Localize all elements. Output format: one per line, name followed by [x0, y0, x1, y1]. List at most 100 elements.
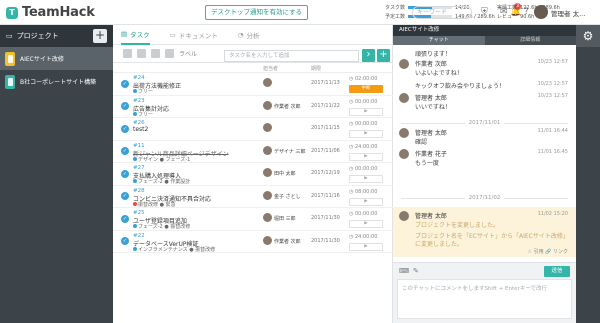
table-row[interactable]: ✓ #11 新ジャンル商品詳細ページデザイン デザイン ● フェーズ-1 デザイナ 三郎…: [113, 141, 393, 163]
sidebar-item-project-b[interactable]: B社コーポレートサイト構築: [0, 70, 113, 93]
table-row[interactable]: ✓ #24 出荷方法機能修正 フリー 2017/11/13 ◷ 02:00:00 中断: [113, 73, 393, 96]
task-deadline: 2017/11/22: [311, 102, 340, 109]
deadline-column-header: 期限: [311, 65, 322, 72]
timer-value: 00:00:00: [354, 211, 378, 217]
tab-chat[interactable]: チャット: [393, 36, 485, 45]
avatar: [399, 128, 409, 138]
timer-button[interactable]: 中断: [349, 85, 383, 93]
sidebar-title: プロジェクト: [16, 32, 59, 40]
project-label: B社コーポレートサイト構築: [20, 79, 97, 86]
timer-button[interactable]: ▶: [349, 197, 383, 206]
check-icon[interactable]: ✓: [121, 124, 129, 133]
check-icon[interactable]: ✓: [121, 79, 129, 88]
check-icon[interactable]: ✓: [121, 102, 129, 111]
add-project-button[interactable]: +: [93, 29, 107, 43]
message-text: 確認: [415, 139, 428, 146]
keyword-search-input[interactable]: キーワード: [412, 6, 472, 19]
project-stats-2: 実績工数 122.6h / 289.6h レビュー 90.6h: [497, 3, 560, 21]
tag-label: フェーズ-2 ● 振替改修: [138, 224, 191, 230]
tag-label: インフラメンテナンス ● 振替改修: [138, 246, 216, 253]
message-time: 10/23 12:57: [537, 59, 568, 65]
timer-button[interactable]: ▶: [349, 220, 383, 228]
project-icon: [5, 51, 15, 66]
message-text: に変更しました。: [415, 241, 464, 248]
task-deadline: 2017/11/13: [311, 80, 340, 86]
table-row[interactable]: ✓ #26 test2 2017/11/15 ◷ 00:00:00 ▶: [113, 118, 393, 141]
table-row[interactable]: ✓ #23 広告集計対応 フリー 作業者 次郎 2017/11/22 ◷ 00:00:00 ▶: [113, 96, 393, 118]
tag-dot-icon: [133, 111, 137, 116]
tag-dot-icon: [133, 89, 137, 93]
attach-icon[interactable]: ✎: [413, 267, 419, 275]
message-actions[interactable]: ☆ 引用 🔗 リンク: [528, 248, 568, 255]
check-icon[interactable]: ✓: [121, 214, 129, 223]
task-tags: フリー: [133, 88, 153, 95]
sidebar-item-project-a[interactable]: AIECサイト改修: [0, 47, 113, 70]
check-filter-icon[interactable]: [165, 49, 174, 58]
task-owner: 作業者 次郎: [274, 103, 301, 110]
stat-value: 90.6h: [520, 13, 535, 20]
timer-button[interactable]: ▶: [349, 242, 383, 251]
task-timer: ◷ 24:00:00: [349, 144, 377, 150]
message-time: 11/01 16:45: [537, 149, 568, 155]
list-filter-icon[interactable]: [151, 49, 160, 58]
check-icon[interactable]: ✓: [121, 169, 129, 178]
table-row[interactable]: ✓ #27 支払購入処理導入 フェーズ-2 ● 作業設計 田中 太郎 2017/12/19…: [113, 163, 393, 186]
stat-line: レビュー 90.6h: [497, 12, 560, 21]
top-bar: T TeamHack デスクトップ通知を有効にする タスク数 14/26 予定工…: [0, 0, 600, 25]
shield-icon[interactable]: ⛨: [481, 7, 488, 17]
table-row[interactable]: ✓ #22 データベースVerUP検証 インフラメンテナンス ● 振替改修 作業者 次郎…: [113, 231, 393, 253]
task-deadline: 2017/11/30: [311, 237, 340, 244]
task-timer: ◷ 00:00:00: [349, 166, 377, 172]
expand-button[interactable]: ›: [362, 49, 375, 62]
check-icon[interactable]: ✓: [121, 147, 129, 156]
chat-composer: ⌨ ✎ 送信 このチャットにコメントをしますShift + Enterキーで改行: [393, 262, 576, 323]
timer-value: 00:00:00: [354, 166, 378, 172]
tab-analysis[interactable]: ◔ 分析: [238, 25, 260, 45]
message-text: キックオフ飲み会やりましょう！: [415, 83, 506, 90]
tab-documents[interactable]: ▭ ドキュメント: [170, 25, 218, 45]
chat-input-field[interactable]: このチャットにコメントをしますShift + Enterキーで改行: [397, 279, 572, 319]
comment-filter-icon[interactable]: [123, 49, 132, 58]
avatar: [399, 93, 409, 103]
task-tags: フェーズ-2 ● 作業設計: [133, 178, 190, 185]
tag-label: フリー: [138, 111, 154, 118]
desktop-notify-button[interactable]: デスクトップ通知を有効にする: [205, 5, 309, 20]
check-icon[interactable]: ✓: [121, 237, 129, 246]
app-logo[interactable]: T TeamHack: [6, 5, 95, 20]
task-title[interactable]: test2: [133, 126, 148, 133]
tab-details[interactable]: 詳細情報: [485, 36, 577, 45]
timer-button[interactable]: ▶: [349, 152, 383, 161]
keyboard-icon[interactable]: ⌨: [399, 267, 409, 275]
folder-icon: ▭: [169, 30, 176, 39]
logo-icon: T: [6, 6, 18, 19]
task-name-input[interactable]: タスク名を入力して追加: [224, 50, 359, 62]
label-select[interactable]: ラベル: [179, 49, 197, 58]
task-timer: ◷ 00:00:00: [349, 121, 377, 127]
timer-button[interactable]: ▶: [349, 175, 383, 183]
task-tags: 振替改修 ● 緊急: [133, 201, 176, 208]
message-author: 作業者 花子: [415, 151, 447, 158]
avatar: [399, 59, 409, 69]
task-owner: デザイナ 三郎: [274, 148, 306, 155]
task-deadline: 2017/11/06: [311, 147, 340, 154]
task-timer: ◷ 00:00:00: [349, 99, 377, 105]
timer-value: 08:00:00: [354, 188, 378, 195]
avatar: [399, 211, 409, 221]
pause-filter-icon[interactable]: [137, 49, 146, 58]
send-button[interactable]: 送信: [544, 266, 570, 277]
timer-value: 02:00:00: [354, 76, 378, 82]
timer-value: 00:00:00: [354, 98, 378, 105]
tab-tasks[interactable]: ▤ タスク: [121, 25, 150, 45]
gear-icon[interactable]: ⚙: [576, 25, 600, 47]
check-icon[interactable]: ✓: [121, 192, 129, 201]
task-tags: インフラメンテナンス ● 振替改修: [133, 246, 215, 253]
table-row[interactable]: ✓ #25 ユーザ登録項目追加 フェーズ-2 ● 振替改修 堀田 三郎 2017/11/3…: [113, 208, 393, 231]
timer-value: 24:00:00: [354, 143, 378, 150]
tag-dot-icon: [133, 246, 137, 251]
timer-button[interactable]: ▶: [349, 107, 383, 116]
add-task-button[interactable]: +: [377, 49, 390, 62]
task-tags: デザイン ● フェーズ-1: [133, 156, 190, 163]
tag-dot-icon: [133, 201, 137, 206]
table-row[interactable]: ✓ #28 コンビニ決済通知不具合対応 振替改修 ● 緊急 金子 さとし 2017/11/…: [113, 186, 393, 208]
timer-button[interactable]: ▶: [349, 130, 383, 138]
